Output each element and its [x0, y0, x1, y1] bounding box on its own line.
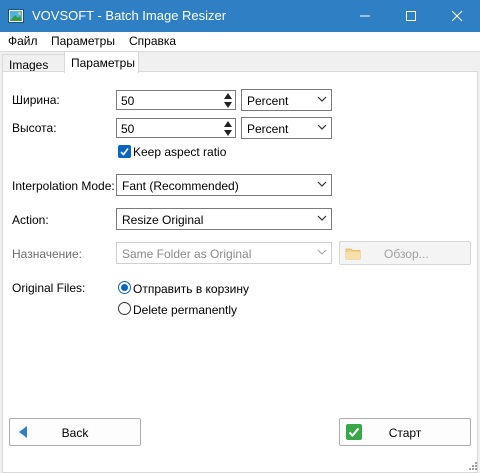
start-button[interactable]: Старт	[339, 418, 471, 446]
destination-label: Назначение:	[12, 247, 83, 261]
destination-select[interactable]: Same Folder as Original	[116, 242, 332, 264]
close-button[interactable]	[434, 0, 480, 32]
height-unit-select[interactable]: Percent	[241, 117, 332, 139]
action-label: Action:	[12, 213, 49, 227]
delete-radio[interactable]	[118, 302, 131, 315]
browse-button[interactable]: Обзор...	[339, 241, 471, 265]
menu-parameters[interactable]: Параметры	[51, 34, 115, 48]
interpolation-value: Fant (Recommended)	[122, 179, 239, 193]
delete-radio-label[interactable]: Delete permanently	[133, 303, 237, 317]
keep-aspect-checkbox[interactable]	[118, 145, 131, 158]
parameters-panel	[2, 71, 478, 473]
browse-label: Обзор...	[384, 247, 429, 261]
interpolation-select[interactable]: Fant (Recommended)	[116, 174, 332, 196]
maximize-button[interactable]	[388, 0, 434, 32]
keep-aspect-label[interactable]: Keep aspect ratio	[133, 145, 226, 159]
back-button[interactable]: Back	[9, 418, 141, 446]
width-input[interactable]: 50	[116, 90, 236, 110]
tab-images[interactable]: Images [0]	[2, 54, 66, 86]
tab-parameters[interactable]: Параметры	[64, 51, 139, 73]
resize-grip-icon[interactable]	[468, 461, 478, 471]
interpolation-label: Interpolation Mode:	[12, 179, 115, 193]
spin-down-icon	[224, 102, 232, 108]
window-title: VOVSOFT - Batch Image Resizer	[32, 8, 227, 23]
app-icon	[8, 9, 24, 23]
original-files-label: Original Files:	[12, 281, 86, 295]
chevron-down-icon	[317, 215, 327, 221]
height-input[interactable]: 50	[116, 118, 236, 138]
destination-value: Same Folder as Original	[122, 247, 252, 261]
chevron-down-icon	[317, 249, 327, 255]
menu-file[interactable]: Файл	[8, 34, 38, 48]
height-value: 50	[121, 122, 135, 136]
checkmark-icon	[120, 148, 129, 156]
action-value: Resize Original	[122, 213, 204, 227]
folder-icon	[345, 248, 361, 260]
spin-up-icon	[224, 121, 232, 127]
spin-down-icon	[224, 130, 232, 136]
title-bar: VOVSOFT - Batch Image Resizer	[0, 0, 480, 32]
chevron-down-icon	[317, 124, 327, 130]
width-label: Ширина:	[12, 93, 60, 107]
recycle-radio-label[interactable]: Отправить в корзину	[133, 282, 249, 296]
height-unit-value: Percent	[247, 122, 289, 136]
close-icon	[451, 10, 463, 22]
menu-bar: Файл Параметры Справка	[0, 32, 480, 52]
chevron-down-icon	[317, 96, 327, 102]
width-value: 50	[121, 94, 135, 108]
back-label: Back	[61, 426, 89, 440]
action-select[interactable]: Resize Original	[116, 208, 332, 230]
tab-parameters-label: Параметры	[71, 56, 135, 70]
minimize-button[interactable]	[342, 0, 388, 32]
spin-up-icon	[224, 93, 232, 99]
width-spinner[interactable]	[221, 91, 235, 109]
height-spinner[interactable]	[221, 119, 235, 137]
menu-help[interactable]: Справка	[129, 34, 176, 48]
start-label: Старт	[388, 426, 422, 440]
recycle-radio[interactable]	[118, 281, 131, 294]
width-unit-select[interactable]: Percent	[241, 89, 332, 111]
maximize-icon	[406, 11, 416, 21]
minimize-icon	[360, 15, 370, 17]
height-label: Высота:	[12, 121, 57, 135]
width-unit-value: Percent	[247, 94, 289, 108]
chevron-down-icon	[317, 181, 327, 187]
